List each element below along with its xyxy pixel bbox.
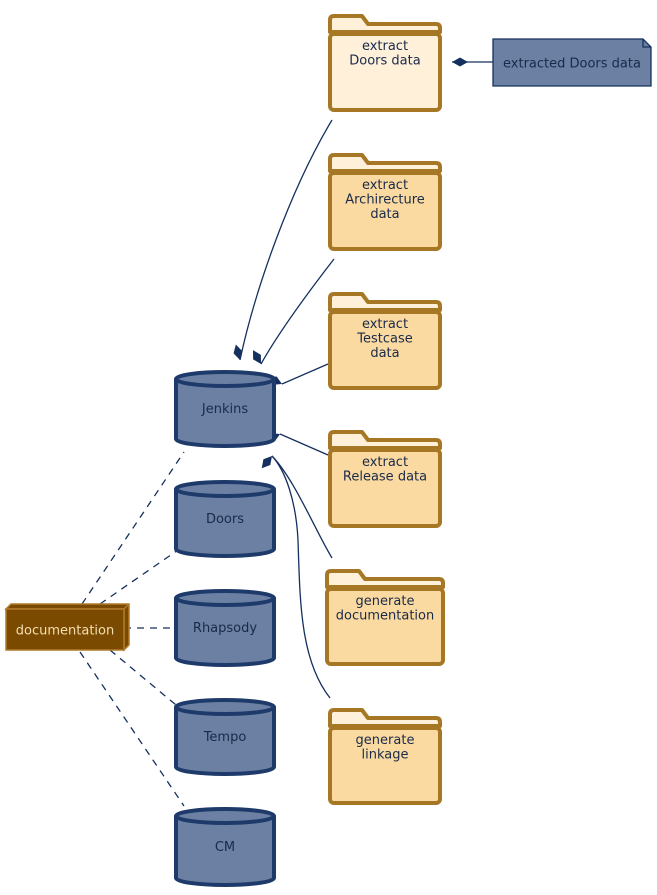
database-cm[interactable]: CM	[174, 807, 276, 887]
composition-edge-generate-linkage	[271, 455, 331, 699]
note-label: extracted Doors data	[503, 57, 641, 72]
node-label: documentation	[16, 624, 114, 639]
node-documentation[interactable]: documentation	[4, 603, 130, 652]
dependency-edge-doors	[99, 549, 179, 605]
folder-tab-icon	[328, 430, 442, 450]
composition-edge-generate-documentation	[271, 455, 333, 559]
folder-tab-icon	[328, 153, 442, 173]
database-label: Doors	[206, 512, 244, 527]
folder-label: documentation	[336, 609, 434, 624]
folder-label: extract	[362, 455, 408, 470]
folder-tab-icon	[325, 569, 445, 589]
folder-label: data	[370, 346, 399, 361]
database-label: Tempo	[203, 730, 247, 745]
database-label: Jenkins	[201, 402, 248, 417]
composition-diamond-extracted-doors-data	[452, 57, 468, 67]
folder-label: data	[370, 207, 399, 222]
folder-generate-linkage[interactable]: generatelinkage	[328, 708, 442, 805]
folder-label: linkage	[362, 748, 409, 763]
folder-tab-icon	[328, 708, 442, 728]
database-tempo[interactable]: Tempo	[174, 698, 276, 776]
folder-label: Testcase	[356, 332, 413, 347]
database-label: Rhapsody	[193, 621, 257, 636]
folder-label: extract	[362, 317, 408, 332]
folder-label: generate	[356, 733, 415, 748]
folder-extract-architecture[interactable]: extractArchirecturedata	[328, 153, 442, 251]
folder-label: extract	[362, 178, 408, 193]
folder-label: Doors data	[349, 54, 420, 69]
shapes-layer: extractDoors dataextractArchirecturedata…	[4, 14, 652, 887]
folder-label: generate	[356, 594, 415, 609]
folder-extract-doors[interactable]: extractDoors data	[328, 14, 442, 112]
composition-diamond-extract-doors	[233, 344, 243, 360]
composition-edge-extract-testcase	[281, 363, 329, 385]
folder-label: extract	[362, 39, 408, 54]
composition-diamond-extract-architecture	[253, 350, 261, 364]
dependency-edge-tempo	[109, 649, 177, 706]
folder-tab-icon	[328, 14, 442, 34]
database-jenkins[interactable]: Jenkins	[174, 370, 276, 448]
composition-diamond-generate-documentation	[261, 456, 272, 469]
folder-generate-documentation[interactable]: generatedocumentation	[325, 569, 445, 666]
folder-label: Archirecture	[345, 193, 425, 208]
folder-label: Release data	[343, 470, 427, 485]
database-rhapsody[interactable]: Rhapsody	[174, 589, 276, 667]
composition-edge-extract-architecture	[260, 258, 335, 365]
database-label: CM	[215, 840, 235, 855]
note-extracted-doors-data[interactable]: extracted Doors data	[492, 38, 652, 87]
folder-tab-icon	[328, 292, 442, 312]
folder-extract-testcase[interactable]: extractTestcasedata	[328, 292, 442, 390]
dependency-edge-cm	[79, 651, 185, 807]
component-diagram: extractDoors dataextractArchirecturedata…	[4, 14, 652, 887]
database-doors[interactable]: Doors	[174, 480, 276, 558]
composition-edge-extract-release	[279, 433, 329, 456]
folder-extract-release[interactable]: extractRelease data	[328, 430, 442, 528]
